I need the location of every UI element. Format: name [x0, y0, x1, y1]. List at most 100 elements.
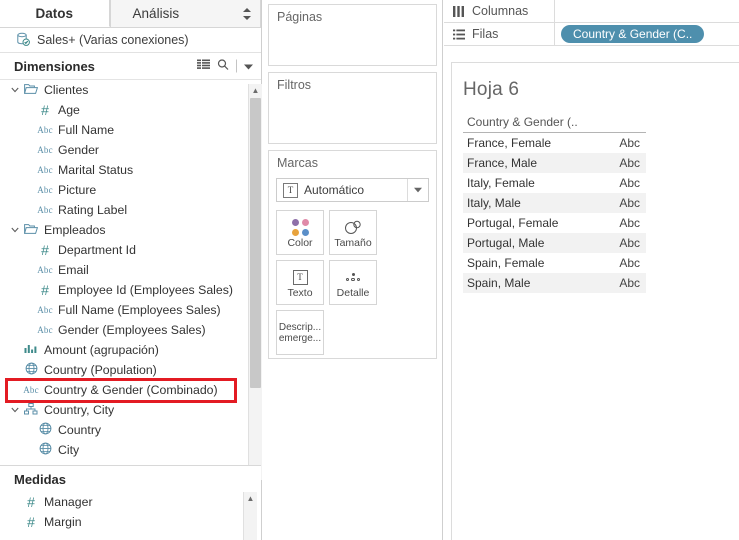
dimension-field-row[interactable]: Abc Rating Label: [0, 200, 261, 220]
field-label: Full Name: [58, 123, 115, 137]
data-source-name: Sales+ (Varias conexiones): [37, 33, 189, 47]
folder-icon: [23, 223, 39, 238]
dimension-field-row[interactable]: Abc Marital Status: [0, 160, 261, 180]
crosstab-table[interactable]: Country & Gender (.. France, Female Abc Fr…: [463, 113, 646, 293]
table-row[interactable]: Portugal, Male Abc: [463, 233, 646, 253]
dimension-field-row[interactable]: Empleados: [0, 220, 261, 240]
field-icon: #: [21, 515, 41, 529]
marks-color-button[interactable]: Color: [276, 210, 324, 255]
abc-icon: Abc: [37, 125, 53, 135]
dimension-field-row[interactable]: Abc Country & Gender (Combinado): [0, 380, 261, 400]
dimensions-field-list[interactable]: Clientes # Age Abc Full Name Abc Gender Abc Mari…: [0, 79, 261, 480]
table-cell-label: France, Male: [463, 153, 602, 173]
measures-field-list[interactable]: # Manager # Margin: [0, 492, 261, 540]
table-row[interactable]: France, Female Abc: [463, 133, 646, 154]
measures-scrollbar[interactable]: ▲: [243, 492, 257, 540]
scroll-thumb[interactable]: [250, 98, 261, 388]
columns-drop-zone[interactable]: [555, 0, 739, 22]
dimension-field-row[interactable]: Abc Full Name (Employees Sales): [0, 300, 261, 320]
table-row[interactable]: Spain, Male Abc: [463, 273, 646, 293]
mark-type-dropdown[interactable]: T Automático: [276, 178, 429, 202]
dimension-field-row[interactable]: Abc Email: [0, 260, 261, 280]
measures-header: Medidas: [0, 466, 261, 492]
dimension-field-row[interactable]: City: [0, 440, 261, 460]
worksheet-pane: Columnas Filas Country & Gender (C.. Hoj…: [444, 0, 739, 540]
filters-card[interactable]: Filtros: [268, 72, 437, 144]
measure-field-row[interactable]: # Margin: [0, 512, 261, 532]
rows-shelf[interactable]: Filas Country & Gender (C..: [444, 23, 739, 46]
measure-field-row[interactable]: # Manager: [0, 492, 261, 512]
data-pane: Datos Análisis Sales+ (Varias conexiones…: [0, 0, 262, 540]
dimension-field-row[interactable]: Amount (agrupación): [0, 340, 261, 360]
table-row[interactable]: Spain, Female Abc: [463, 253, 646, 273]
dimension-field-row[interactable]: Country, City: [0, 400, 261, 420]
dimension-field-row[interactable]: # Employee Id (Employees Sales): [0, 280, 261, 300]
pill-country-gender[interactable]: Country & Gender (C..: [561, 25, 705, 43]
tableau-window: Datos Análisis Sales+ (Varias conexiones…: [0, 0, 739, 540]
pages-card[interactable]: Páginas: [268, 4, 437, 66]
dimension-field-row[interactable]: Abc Full Name: [0, 120, 261, 140]
table-header-row: Country & Gender (..: [463, 113, 646, 133]
number-icon: #: [41, 102, 49, 118]
search-icon[interactable]: [217, 59, 229, 74]
table-row[interactable]: Portugal, Female Abc: [463, 213, 646, 233]
abc-icon: Abc: [23, 385, 39, 395]
scroll-up-icon[interactable]: ▲: [249, 84, 262, 97]
columns-icon: [453, 5, 465, 17]
field-icon: Abc: [35, 305, 55, 315]
color-dots-icon: [291, 216, 309, 238]
dimension-field-row[interactable]: # Age: [0, 100, 261, 120]
field-icon: Abc: [35, 125, 55, 135]
columns-shelf[interactable]: Columnas: [444, 0, 739, 23]
chevron-down-icon[interactable]: [407, 179, 428, 201]
dimension-field-row[interactable]: Abc Gender (Employees Sales): [0, 320, 261, 340]
field-icon: Abc: [35, 325, 55, 335]
marks-detail-button[interactable]: Detalle: [329, 260, 377, 305]
data-source-row[interactable]: Sales+ (Varias conexiones): [0, 28, 261, 53]
field-label: Full Name (Employees Sales): [58, 303, 221, 317]
tab-analisis[interactable]: Análisis: [109, 0, 261, 27]
dimension-field-row[interactable]: # Department Id: [0, 240, 261, 260]
tab-datos[interactable]: Datos: [0, 0, 110, 27]
rows-drop-zone[interactable]: Country & Gender (C..: [555, 23, 739, 45]
dimension-field-row[interactable]: Country (Population): [0, 360, 261, 380]
table-row[interactable]: Italy, Female Abc: [463, 173, 646, 193]
marks-text-button[interactable]: T Texto: [276, 260, 324, 305]
dimensions-scrollbar[interactable]: ▲ ▼: [248, 84, 262, 480]
table-row[interactable]: France, Male Abc: [463, 153, 646, 173]
number-icon: #: [27, 494, 35, 510]
field-icon: Abc: [35, 165, 55, 175]
field-icon: #: [35, 103, 55, 117]
table-row[interactable]: Italy, Male Abc: [463, 193, 646, 213]
abc-icon: Abc: [37, 145, 53, 155]
sort-updown-icon[interactable]: [242, 7, 251, 20]
marks-tooltip-button[interactable]: Descrip... emerge...: [276, 310, 324, 355]
field-label: Gender (Employees Sales): [58, 323, 206, 337]
size-circles-icon: [342, 216, 364, 238]
chevron-down-icon[interactable]: [244, 59, 253, 74]
dimension-field-row[interactable]: Abc Gender: [0, 140, 261, 160]
grid-view-icon[interactable]: [197, 59, 210, 74]
chevron-down-icon[interactable]: [8, 407, 21, 413]
chevron-down-icon[interactable]: [8, 227, 21, 233]
scroll-up-icon[interactable]: ▲: [244, 492, 257, 505]
detail-dots-icon: [345, 266, 361, 288]
dimension-field-row[interactable]: Country: [0, 420, 261, 440]
viz-canvas[interactable]: Hoja 6 Country & Gender (.. France, Fema…: [451, 62, 739, 540]
marks-card: Marcas T Automático Color Tamaño T Texto…: [268, 150, 437, 359]
field-icon: #: [21, 495, 41, 509]
field-label: Country: [58, 423, 102, 437]
abc-icon: Abc: [37, 325, 53, 335]
field-label: Country (Population): [44, 363, 157, 377]
dimension-field-row[interactable]: Clientes: [0, 80, 261, 100]
marks-size-button[interactable]: Tamaño: [329, 210, 377, 255]
database-icon: [16, 32, 30, 49]
number-icon: #: [27, 514, 35, 530]
table-cell-label: Portugal, Female: [467, 216, 559, 230]
field-icon: Abc: [21, 385, 41, 395]
globe-icon: [25, 362, 38, 378]
chevron-down-icon[interactable]: [8, 87, 21, 93]
dimension-field-row[interactable]: Abc Picture: [0, 180, 261, 200]
field-label: Manager: [44, 495, 93, 509]
field-icon: #: [35, 243, 55, 257]
